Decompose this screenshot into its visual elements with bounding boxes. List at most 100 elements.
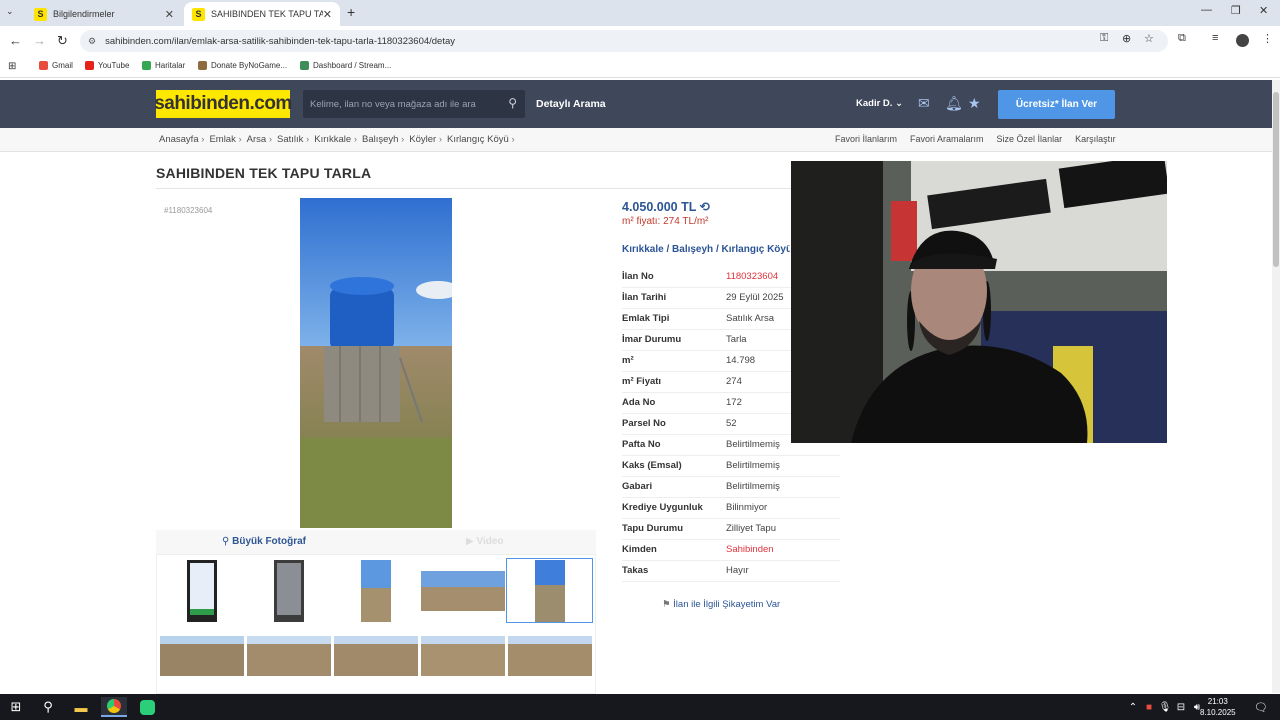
- bookmark-dashboard[interactable]: Dashboard / Stream...: [300, 61, 391, 70]
- divider: [156, 188, 816, 189]
- thumbnail-3[interactable]: [421, 571, 505, 611]
- thumbnail-4-selected[interactable]: [506, 558, 593, 623]
- bookmark-label: Haritalar: [155, 61, 186, 70]
- favorites-star-icon[interactable]: ★: [968, 95, 981, 112]
- special-listings-link[interactable]: Size Özel İlanlar: [997, 134, 1063, 144]
- scrollbar-thumb[interactable]: [1273, 92, 1279, 267]
- search-icon[interactable]: ⚲: [508, 96, 517, 110]
- price-history-icon[interactable]: ⟲: [700, 200, 710, 214]
- chrome-icon[interactable]: [101, 697, 127, 717]
- minimize-icon[interactable]: —: [1201, 4, 1212, 16]
- thumbnail-6[interactable]: [247, 636, 331, 676]
- thumbnail-0[interactable]: [187, 560, 217, 622]
- restore-icon[interactable]: ❐: [1231, 4, 1241, 17]
- main-photo[interactable]: [300, 198, 452, 528]
- user-name: Kadir D.: [856, 98, 893, 109]
- detail-row: Kimden Sahibinden: [622, 540, 840, 561]
- password-key-icon[interactable]: ⚿: [1100, 32, 1108, 45]
- breadcrumb-item[interactable]: Köyler: [409, 134, 442, 145]
- detail-key: Tapu Durumu: [622, 523, 684, 534]
- detail-key: Emlak Tipi: [622, 313, 670, 324]
- bookmark-gmail[interactable]: Gmail: [39, 61, 73, 70]
- bookmark-donate[interactable]: Donate ByNoGame...: [198, 61, 287, 70]
- webcam-overlay: [791, 161, 1167, 443]
- favorite-searches-link[interactable]: Favori Aramalarım: [910, 134, 984, 144]
- file-explorer-icon[interactable]: ▬: [68, 697, 94, 717]
- report-listing-link[interactable]: ⚑ İlan ile İlgili Şikayetim Var: [662, 599, 780, 610]
- thumbnail-1[interactable]: [274, 560, 304, 622]
- url-text: sahibinden.com/ilan/emlak-arsa-satilik-s…: [105, 35, 456, 47]
- notifications-icon[interactable]: 🗨︎: [1248, 697, 1274, 717]
- windows-start-icon[interactable]: ⊞: [3, 697, 29, 717]
- detail-key: Pafta No: [622, 439, 661, 450]
- breadcrumb-item[interactable]: Anasayfa: [159, 134, 204, 145]
- forward-icon[interactable]: →: [33, 33, 46, 48]
- browser-tab-1[interactable]: S SAHIBINDEN TEK TAPU TARLA ✕: [184, 2, 340, 26]
- close-window-icon[interactable]: ✕: [1259, 4, 1268, 17]
- compare-link[interactable]: Karşılaştır: [1075, 134, 1116, 144]
- detail-key: Gabari: [622, 481, 653, 492]
- bookmark-label: Donate ByNoGame...: [211, 61, 288, 70]
- new-tab-icon[interactable]: +: [347, 4, 355, 20]
- video-button[interactable]: ▶ Video: [466, 536, 504, 547]
- breadcrumb-item[interactable]: Kırlangıç Köyü: [447, 134, 515, 145]
- notifications-icon[interactable]: 🔔︎: [945, 95, 963, 112]
- zoom-icon[interactable]: ⊕: [1122, 32, 1131, 45]
- bookmark-youtube[interactable]: YouTube: [85, 61, 129, 70]
- messages-icon[interactable]: ✉: [918, 95, 930, 112]
- menu-kebab-icon[interactable]: ⋮: [1262, 32, 1273, 45]
- search-icon[interactable]: ⚲: [35, 697, 61, 717]
- breadcrumb-item[interactable]: Emlak: [209, 134, 241, 145]
- photo-thumbnails: [156, 554, 596, 694]
- thumbnail-2[interactable]: [361, 560, 391, 622]
- magnifier-icon: ⚲: [222, 536, 233, 547]
- apps-grid-icon[interactable]: ⊞: [8, 61, 16, 72]
- detail-key: Kimden: [622, 544, 657, 555]
- bookmark-star-icon[interactable]: ☆: [1144, 32, 1154, 45]
- thumbnail-5[interactable]: [160, 636, 244, 676]
- big-photo-button[interactable]: ⚲ Büyük Fotoğraf: [222, 536, 306, 547]
- favorite-listings-link[interactable]: Favori İlanlarım: [835, 134, 897, 144]
- url-bar[interactable]: ⚙ sahibinden.com/ilan/emlak-arsa-satilik…: [80, 30, 1168, 52]
- site-logo[interactable]: sahibinden.com: [154, 90, 292, 118]
- media-control-icon[interactable]: ≡: [1212, 32, 1218, 44]
- big-photo-label: Büyük Fotoğraf: [232, 536, 306, 547]
- detail-key: Kaks (Emsal): [622, 460, 682, 471]
- tab-search-icon[interactable]: ⌄: [6, 6, 14, 17]
- thumbnail-7[interactable]: [334, 636, 418, 676]
- close-tab-icon[interactable]: ✕: [165, 8, 174, 21]
- thumbnail-8[interactable]: [421, 636, 505, 676]
- detail-key: Parsel No: [622, 418, 666, 429]
- detail-value[interactable]: Sahibinden: [726, 544, 774, 555]
- system-clock[interactable]: 21:03 8.10.2025: [1200, 696, 1236, 718]
- reload-icon[interactable]: ↻: [57, 33, 68, 49]
- browser-tab-0[interactable]: S Bilgilendirmeler ✕: [26, 2, 182, 26]
- profile-avatar-icon[interactable]: [1236, 34, 1249, 47]
- listing-location[interactable]: Kırıkkale / Balışeyh / Kırlangıç Köyü: [622, 244, 790, 255]
- detail-key: İlan Tarihi: [622, 292, 667, 303]
- post-listing-button[interactable]: Ücretsiz* İlan Ver: [998, 90, 1115, 119]
- close-tab-icon[interactable]: ✕: [323, 8, 332, 21]
- back-icon[interactable]: ←: [9, 33, 22, 48]
- extensions-icon[interactable]: ⧉: [1178, 32, 1186, 45]
- thumbnail-9[interactable]: [508, 636, 592, 676]
- listing-title: SAHIBINDEN TEK TAPU TARLA: [156, 165, 372, 181]
- breadcrumb-item[interactable]: Kırıkkale: [314, 134, 357, 145]
- detail-row: Takas Hayır: [622, 561, 840, 582]
- breadcrumb-item[interactable]: Arsa: [247, 134, 272, 145]
- breadcrumb-item[interactable]: Satılık: [277, 134, 309, 145]
- detail-value: 14.798: [726, 355, 756, 366]
- app-icon[interactable]: [134, 697, 160, 717]
- detail-key: Takas: [622, 565, 649, 576]
- detail-key: m²: [622, 355, 634, 366]
- breadcrumb-item[interactable]: Balışeyh: [362, 134, 404, 145]
- detail-value: 29 Eylül 2025: [726, 292, 784, 303]
- page-scrollbar[interactable]: [1272, 80, 1280, 693]
- site-info-icon[interactable]: ⚙: [88, 36, 96, 47]
- detail-value: Bilinmiyor: [726, 502, 768, 513]
- advanced-search-link[interactable]: Detaylı Arama: [536, 98, 606, 110]
- search-input[interactable]: Kelime, ilan no veya mağaza adı ile ara …: [303, 90, 525, 118]
- bookmarks-bar: ⊞ Gmail YouTube Haritalar Donate ByNoGam…: [0, 56, 1280, 78]
- user-menu[interactable]: Kadir D. ⌄: [856, 98, 903, 109]
- bookmark-maps[interactable]: Haritalar: [142, 61, 185, 70]
